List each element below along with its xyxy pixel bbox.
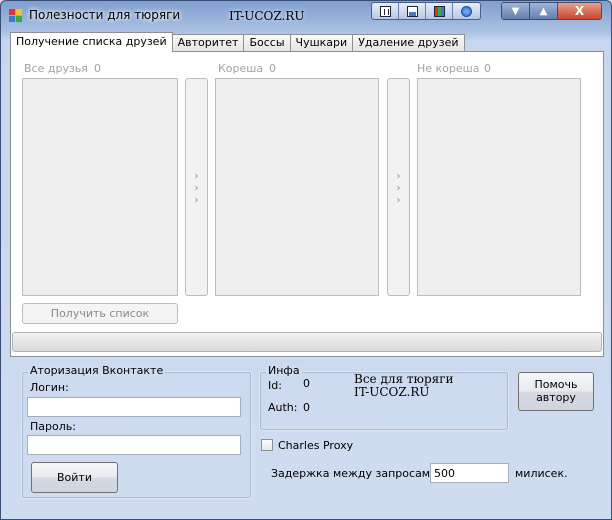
skin-button[interactable] — [372, 3, 399, 19]
screen-button[interactable] — [399, 3, 426, 19]
titlebar-toolbar — [371, 2, 481, 20]
tab-delete-friends[interactable]: Удаление друзей — [352, 34, 465, 52]
help-author-button[interactable]: Помочь автору — [518, 372, 594, 411]
info-group-title: Инфа — [266, 364, 302, 377]
delay-label: Задержка между запросами: — [271, 467, 441, 480]
login-button[interactable]: Войти — [31, 462, 118, 493]
all-friends-label: Все друзья — [24, 62, 88, 75]
watermark-line-2: IT-UCOZ.RU — [354, 385, 430, 399]
system-buttons: ▼ ▲ X — [501, 2, 602, 20]
auth-label: Auth: — [268, 401, 298, 414]
arrows-right-icon: › › › — [194, 171, 199, 206]
close-button[interactable]: X — [558, 3, 601, 19]
ne-koresha-label: Не кореша — [417, 62, 480, 75]
tab-strip: Получение списка друзей Авторитет Боссы … — [10, 32, 465, 52]
title-bar[interactable]: Полезности для тюряги IT-UCOZ.RU ▼ ▲ X — [1, 1, 611, 29]
watermark-top: IT-UCOZ.RU — [229, 9, 305, 23]
login-label: Логин: — [30, 381, 69, 394]
tab-get-friends[interactable]: Получение списка друзей — [10, 32, 173, 52]
delay-unit: милисек. — [515, 467, 568, 480]
progress-bar — [12, 332, 602, 352]
move-to-ne-koresha-button[interactable]: › › › — [387, 78, 410, 296]
get-list-button[interactable]: Получить список — [22, 303, 178, 324]
tab-authority[interactable]: Авторитет — [171, 34, 245, 52]
move-to-koresha-button[interactable]: › › › — [185, 78, 208, 296]
koresha-count: 0 — [269, 62, 276, 75]
password-input[interactable] — [27, 435, 241, 455]
minimize-button[interactable]: ▼ — [502, 3, 530, 19]
all-friends-list[interactable] — [22, 78, 178, 296]
ne-koresha-list[interactable] — [417, 78, 581, 296]
color-button[interactable] — [426, 3, 453, 19]
password-label: Пароль: — [30, 420, 76, 433]
rollup-icon — [461, 6, 472, 17]
arrows-right-icon: › › › — [396, 171, 401, 206]
auth-value: 0 — [303, 401, 310, 414]
app-icon — [9, 9, 23, 23]
koresha-list[interactable] — [215, 78, 379, 296]
id-value: 0 — [303, 377, 310, 390]
window-pin-icon — [380, 6, 391, 17]
delay-input[interactable] — [430, 463, 509, 483]
window-title: Полезности для тюряги — [29, 8, 181, 22]
tab-panel-get-friends: Все друзья 0 › › › Кореша 0 › › › Не кореша … — [10, 51, 604, 357]
app-window: Полезности для тюряги IT-UCOZ.RU ▼ ▲ X П… — [0, 0, 612, 520]
koresha-label: Кореша — [218, 62, 264, 75]
id-label: Id: — [268, 379, 282, 392]
ne-koresha-count: 0 — [484, 62, 491, 75]
tab-bosses[interactable]: Боссы — [243, 34, 291, 52]
palette-icon — [434, 6, 445, 17]
charles-proxy-label: Charles Proxy — [278, 439, 354, 452]
tab-chushkari[interactable]: Чушкари — [289, 34, 354, 52]
all-friends-count: 0 — [94, 62, 101, 75]
charles-proxy-checkbox[interactable] — [261, 439, 273, 451]
rollup-button[interactable] — [453, 3, 480, 19]
auth-group-title: Аторизация Вконтакте — [28, 364, 166, 377]
login-input[interactable] — [27, 397, 241, 417]
monitor-icon — [407, 6, 418, 17]
maximize-button[interactable]: ▲ — [530, 3, 558, 19]
